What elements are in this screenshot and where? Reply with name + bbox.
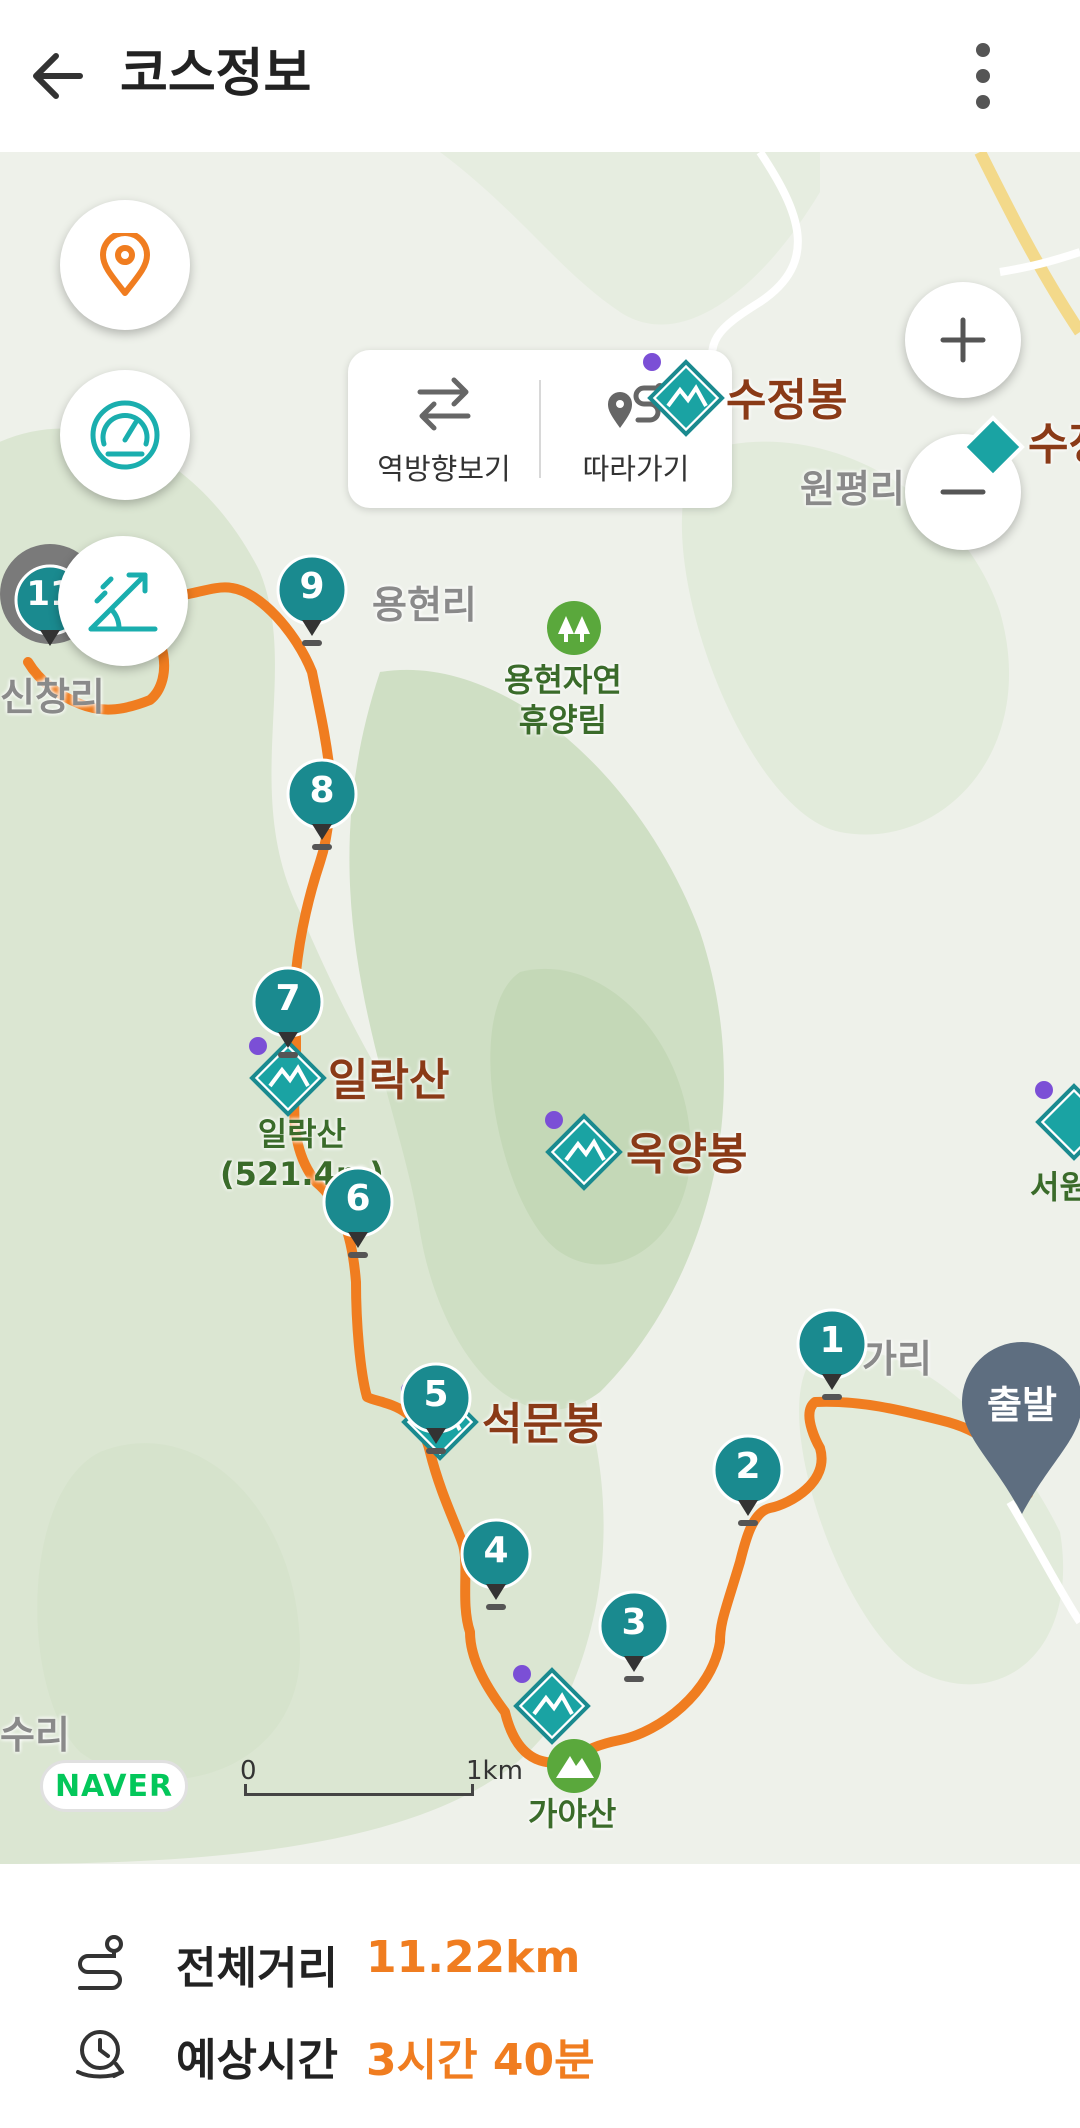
gayasan-label[interactable]: 가야산 [528,1794,616,1834]
waypoint-marker[interactable]: 8 [286,758,358,858]
waypoint-marker[interactable]: 4 [460,1518,532,1618]
clock-icon [76,2030,124,2079]
waypoint-marker[interactable]: 6 [322,1166,394,1266]
waypoint-number: 2 [735,1446,761,1487]
peak-label-sujeongbong[interactable]: 수정봉 [726,364,847,428]
village-label-sinchangri[interactable]: 신창리 [0,666,105,721]
waypoint-number: 3 [621,1602,647,1643]
time-row: 예상시간 3시간 40분 [0,2006,1080,2096]
scale-bar: 0 1km [240,1756,523,1812]
speedometer-icon [90,400,160,470]
waypoint-marker[interactable]: 5 [400,1362,472,1462]
village-label-gari[interactable]: 가리 [862,1328,932,1383]
time-value: 3시간 40분 [366,2035,595,2086]
distance-value: 11.22km [366,1932,581,1983]
more-vertical-icon[interactable] [955,36,1011,116]
slope-angle-icon [88,572,158,632]
page-title: 코스정보 [120,44,312,104]
village-label-wonpyeongri[interactable]: 원평리 [800,458,905,513]
waypoint-number: 5 [423,1374,449,1415]
village-label-suri[interactable]: 수리 [0,1704,70,1759]
arrow-left-icon[interactable] [22,40,94,112]
mountain-peak-icon [1035,1081,1080,1161]
waypoint-number: 7 [275,978,301,1019]
app-bar: 코스정보 [0,0,1080,152]
time-label: 예상시간 [176,2035,338,2086]
waypoint-number: 8 [309,770,335,811]
route-distance-icon [78,1935,123,1990]
waypoint-number: 6 [345,1178,371,1219]
mountain-summit-icon [547,1739,601,1793]
scale-one: 1km [466,1756,523,1786]
waypoint-marker[interactable]: 7 [252,966,324,1066]
distance-label: 전체거리 [176,1943,338,1994]
reverse-label: 역방향보기 [377,452,511,486]
waypoint-number: 1 [819,1320,845,1361]
village-label-yonghyeonri[interactable]: 용현리 [372,574,477,629]
zoom-in-button[interactable] [905,282,1021,398]
peak-label-sujeong-partial[interactable]: 수정 [1028,408,1080,472]
start-marker[interactable]: 출발 [960,1338,1080,1518]
scale-zero: 0 [240,1756,257,1786]
mountain-peak-icon [545,1111,623,1191]
map-view[interactable]: 역방향보기 따라가기 수정봉 수정 [0,152,1080,1864]
mountain-peak-icon [643,353,725,437]
speed-button[interactable] [60,370,190,500]
location-pin-icon [100,233,150,296]
swap-arrows-icon [417,377,471,431]
distance-row: 전체거리 11.22km [0,1914,1080,2004]
follow-label: 따라가기 [582,452,690,486]
bearing-button[interactable] [58,536,188,666]
course-summary: 전체거리 11.22km 예상시간 3시간 40분 [0,1864,1080,2128]
plus-icon [940,317,986,363]
naver-logo: NAVER [40,1760,188,1812]
waypoint-marker[interactable]: 3 [598,1590,670,1690]
peak-label-seokmunbong[interactable]: 석문봉 [482,1388,603,1452]
waypoint-number: 9 [299,566,325,607]
waypoint-marker[interactable]: 9 [276,554,348,654]
waypoint-number: 4 [483,1530,509,1571]
waypoint-marker[interactable]: 2 [712,1434,784,1534]
forest-icon [547,601,601,655]
peak-label-seowon-partial[interactable]: 서원 [1030,1162,1080,1208]
peak-label-illaksan[interactable]: 일락산 [328,1044,449,1108]
scale-line [244,1784,474,1796]
forest-label[interactable]: 용현자연 휴양림 [504,660,622,740]
start-label: 출발 [987,1383,1057,1427]
waypoint-marker[interactable]: 1 [796,1308,868,1408]
mountain-peak-icon [961,415,1025,479]
my-location-button[interactable] [60,200,190,330]
peak-label-okyangbong[interactable]: 옥양봉 [626,1118,747,1182]
reverse-button[interactable]: 역방향보기 [348,350,540,508]
